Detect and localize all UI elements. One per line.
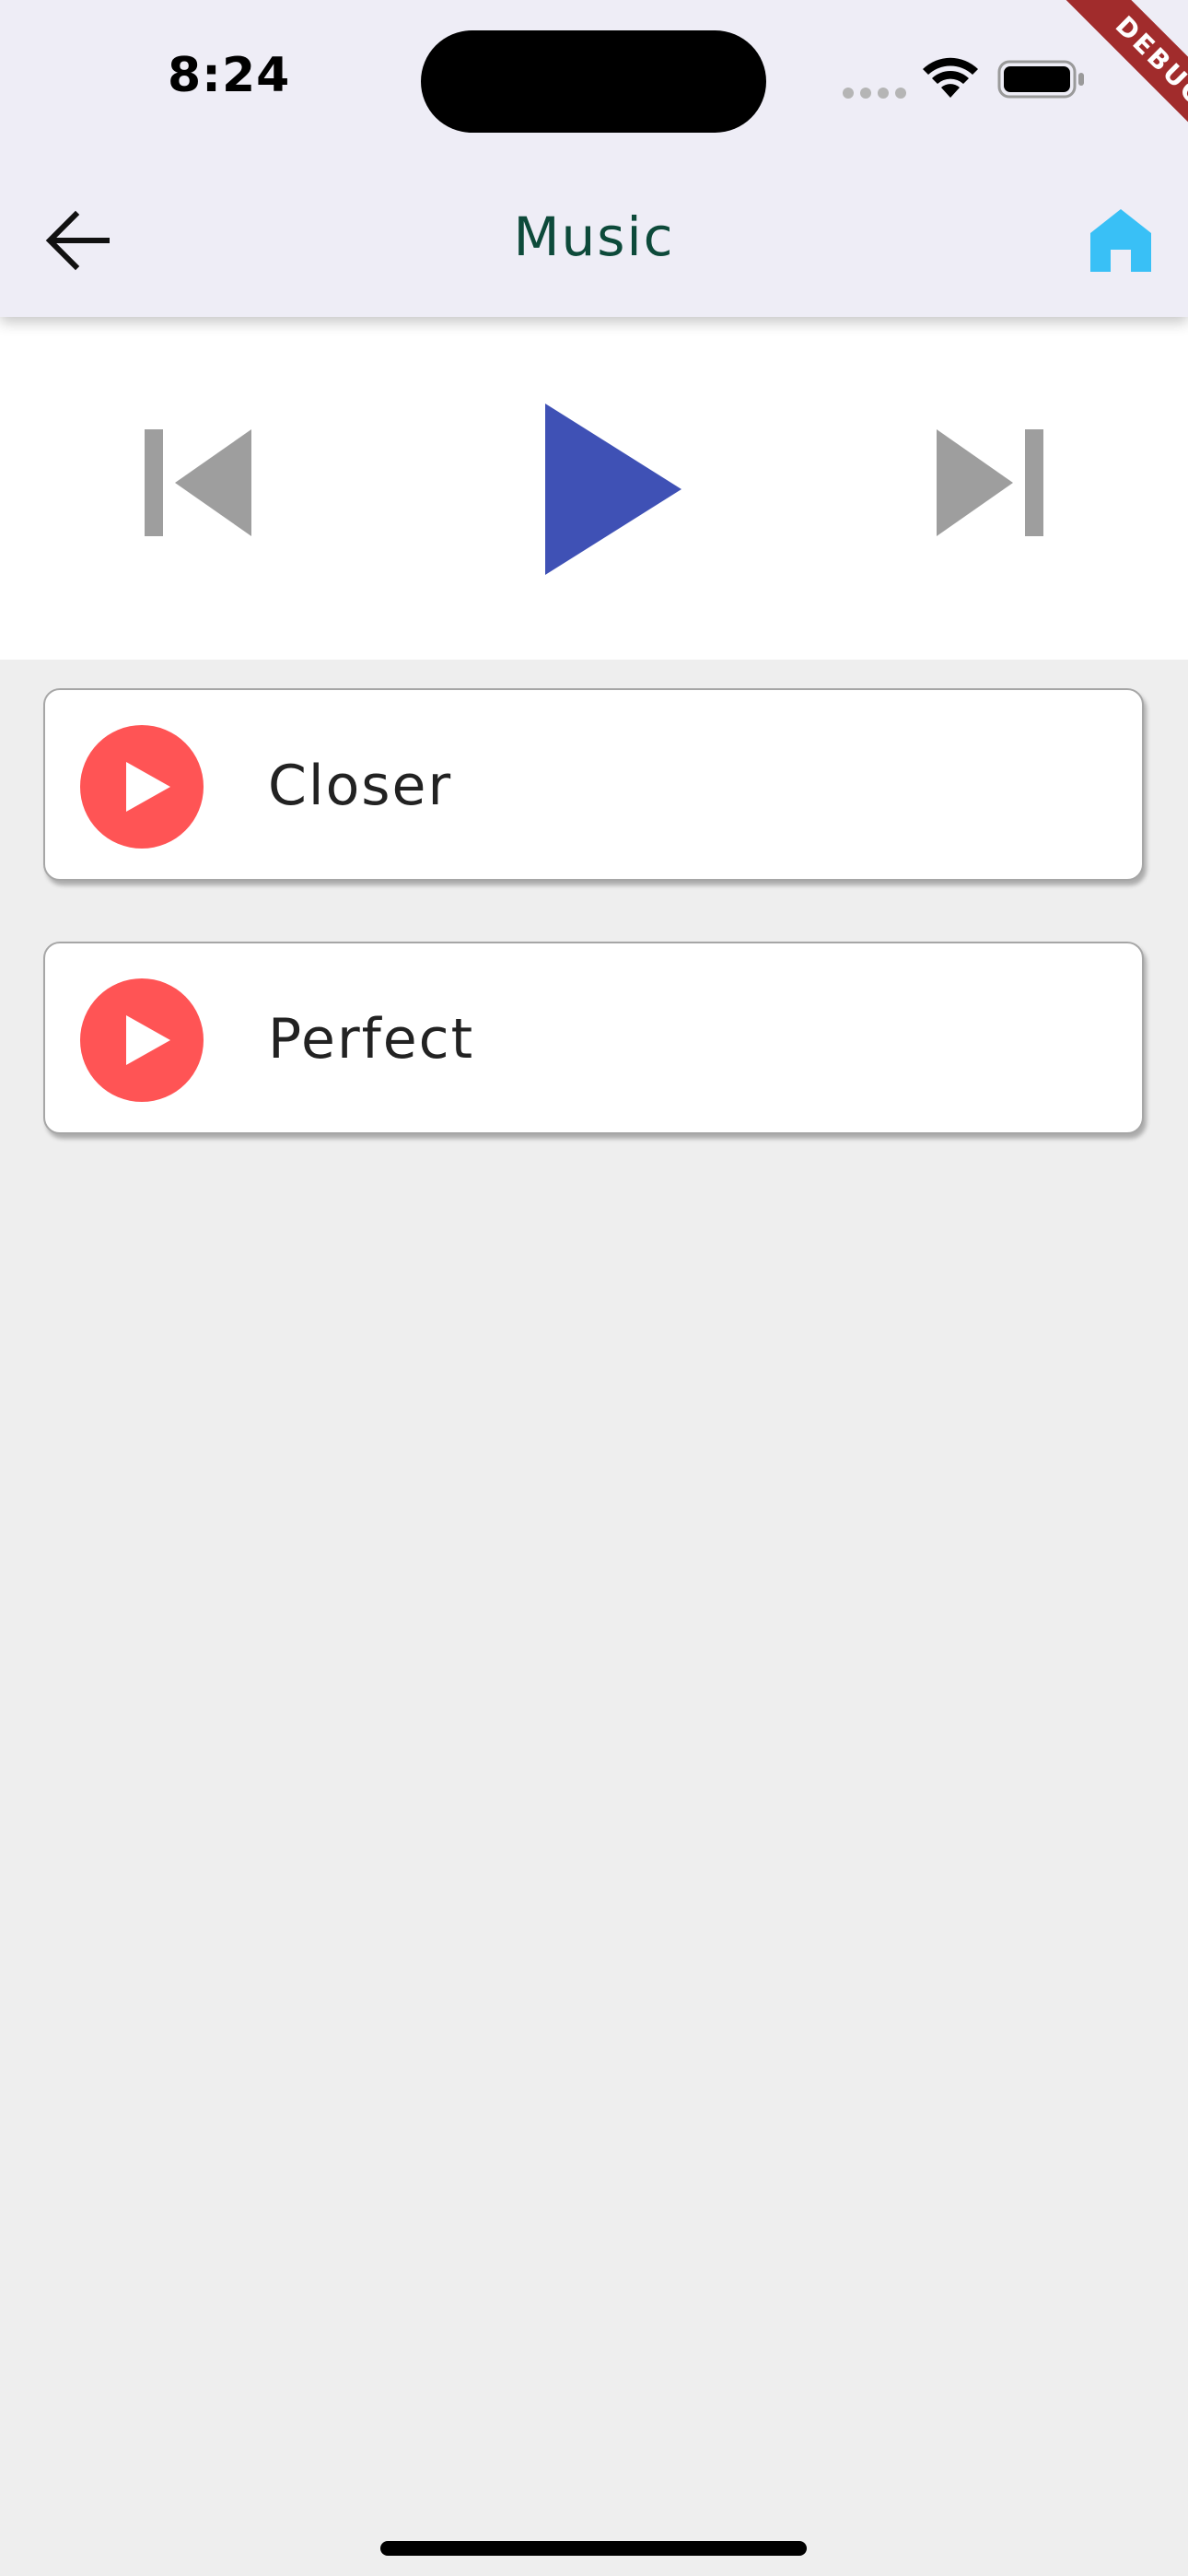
song-title: Perfect xyxy=(268,1007,475,1071)
debug-banner-label: DEBUG xyxy=(1046,0,1188,166)
music-screen: 8:24 Music DEBUG Closer Perfect xyxy=(0,0,1188,2576)
wifi-icon xyxy=(923,57,978,98)
cellular-signal-icon xyxy=(843,88,907,99)
skip-next-icon[interactable] xyxy=(930,427,1050,538)
home-icon[interactable] xyxy=(1089,207,1153,274)
song-item-perfect[interactable]: Perfect xyxy=(43,942,1144,1134)
status-time: 8:24 xyxy=(168,48,291,103)
song-item-closer[interactable]: Closer xyxy=(43,688,1144,881)
app-header: 8:24 Music xyxy=(0,0,1188,317)
page-title: Music xyxy=(513,205,675,268)
player-controls xyxy=(0,317,1188,660)
debug-banner: DEBUG xyxy=(1022,0,1188,166)
dynamic-island xyxy=(421,30,766,133)
song-title: Closer xyxy=(268,754,453,818)
play-icon[interactable] xyxy=(540,402,687,577)
home-indicator[interactable] xyxy=(380,2541,807,2556)
play-circle-icon[interactable] xyxy=(80,978,204,1102)
skip-previous-icon[interactable] xyxy=(138,427,258,538)
play-circle-icon[interactable] xyxy=(80,725,204,849)
